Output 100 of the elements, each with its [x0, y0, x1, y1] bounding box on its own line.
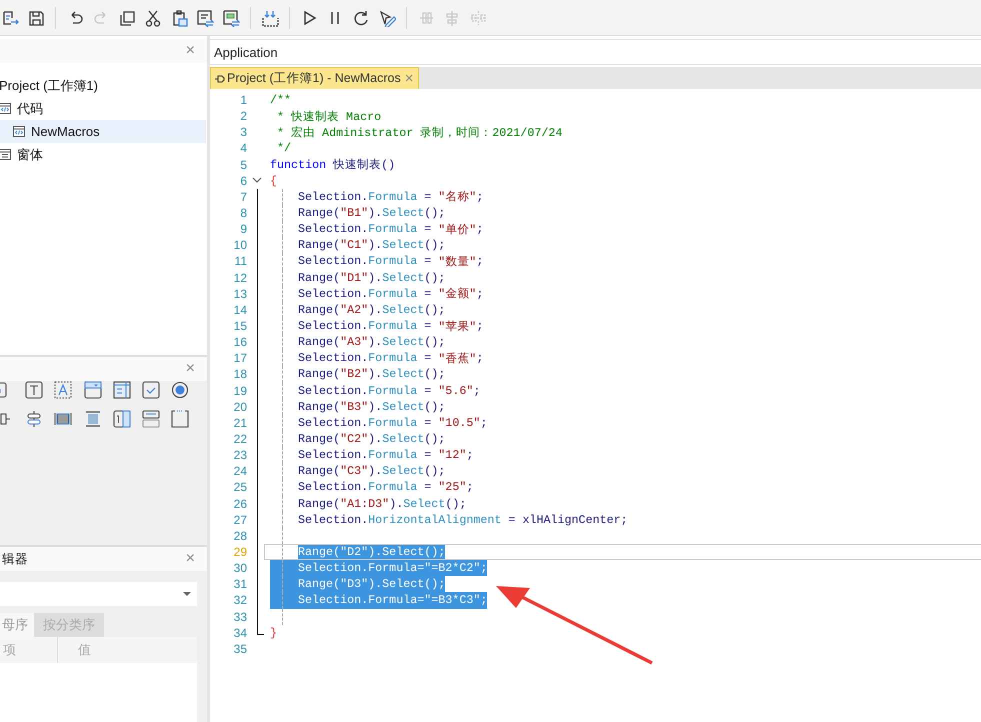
line-number: 23	[232, 448, 247, 462]
line-number: 10	[232, 238, 247, 252]
code-line: Range("B1").Select();	[298, 205, 446, 222]
tree-item[interactable]: 窗体	[0, 143, 206, 166]
code-line: Selection.Formula = "10.5";	[298, 414, 488, 431]
radio-tool-icon[interactable]	[171, 381, 190, 399]
code-line: Range("A1:D3").Select();	[298, 496, 466, 512]
code-line: {	[270, 172, 278, 189]
line-number: 31	[232, 577, 247, 592]
line-number: 13	[232, 286, 247, 301]
scissors-icon[interactable]	[144, 8, 162, 26]
code-line: Range("B3").Select();	[298, 398, 446, 415]
column-header: 值	[77, 641, 92, 659]
slider-tool-icon[interactable]	[25, 410, 44, 428]
caret-icon	[183, 592, 191, 596]
code-line: /**	[270, 92, 292, 108]
code-line: * 宏由 Administrator 录制，时间：2021/07/24	[276, 124, 562, 140]
line-number: 20	[232, 400, 247, 414]
line-number: 22	[232, 432, 247, 446]
document-arrows-icon[interactable]	[196, 8, 214, 26]
code-line: Range("C3").Select();	[298, 463, 446, 480]
tree-item[interactable]: Project (工作簿1)	[0, 74, 206, 97]
toggle-tool-icon[interactable]	[142, 410, 160, 428]
code-line: Selection.Formula = "金额";	[298, 286, 484, 302]
label-tool-icon[interactable]	[25, 381, 44, 399]
editor-tab[interactable]: Project (工作簿1) - NewMacros ×	[210, 67, 419, 89]
document-arrow-icon[interactable]	[1, 8, 19, 26]
close-button[interactable]: ×	[186, 361, 195, 377]
line-number: 33	[232, 610, 247, 624]
line-number: 32	[232, 593, 247, 608]
line-number: 26	[232, 496, 247, 511]
code-line: Selection.HorizontalAlignment = xlHAlignCenter;	[298, 512, 628, 528]
line-number: 14	[232, 302, 247, 317]
import-icon[interactable]	[261, 8, 279, 26]
pencil-icon[interactable]	[378, 8, 396, 26]
line-number: 30	[232, 561, 247, 576]
stacked-lines-icon[interactable]	[84, 410, 102, 428]
line-number: 5	[239, 158, 247, 172]
combobox-tool-icon[interactable]	[84, 381, 102, 399]
line-number: 17	[232, 351, 247, 366]
line-number: 4	[239, 141, 247, 156]
code-line: Range("A3").Select();	[298, 334, 446, 350]
line-number: 2	[239, 109, 247, 124]
tree-item[interactable]: NewMacros	[0, 120, 206, 143]
refresh-icon[interactable]	[352, 8, 370, 26]
tab[interactable]: 母序	[0, 613, 34, 637]
close-button[interactable]: ×	[186, 551, 195, 567]
line-number: 24	[232, 464, 247, 478]
code-line: Range("B2").Select();	[298, 366, 446, 383]
line-number: 3	[239, 125, 247, 140]
line-number: 27	[232, 512, 247, 527]
fold-toggle-icon[interactable]	[252, 176, 262, 183]
tree-item[interactable]: 代码	[0, 97, 206, 120]
document-arrows-icon[interactable]	[222, 8, 240, 26]
panel-title: 辑器	[2, 552, 28, 566]
line-number: 6	[239, 174, 247, 188]
line-number: 8	[239, 206, 247, 220]
code-line: Selection.Formula = "单价";	[298, 221, 484, 238]
code-line: }	[270, 624, 278, 641]
line-number: 35	[232, 642, 247, 656]
code-line: Range("D1").Select();	[298, 270, 446, 286]
spin-tool-icon[interactable]	[112, 410, 131, 428]
code-line: Selection.Formula = "香蕉";	[298, 350, 484, 366]
code-line: Selection.Formula = "5.6";	[298, 382, 480, 399]
code-line: Range("C2").Select();	[298, 431, 446, 448]
line-number: 34	[232, 626, 247, 640]
code-line: Range("A2").Select();	[298, 302, 446, 318]
code-line: */	[276, 140, 292, 157]
code-line: Selection.Formula = "苹果";	[298, 318, 484, 334]
close-button[interactable]: ×	[404, 71, 414, 86]
checkbox-tool-icon[interactable]	[142, 381, 160, 399]
line-number: 18	[232, 367, 247, 382]
code-line: * 快速制表 Macro	[276, 108, 382, 124]
frame-tool-icon[interactable]	[171, 410, 190, 428]
hatched-bar-icon[interactable]	[54, 410, 72, 428]
line-number: 9	[239, 222, 247, 236]
line-number: 7	[239, 190, 247, 204]
panel-title: Application	[210, 39, 981, 65]
listbox-tool-icon[interactable]	[112, 381, 131, 399]
line-number: 1	[239, 93, 247, 108]
line-number: 12	[232, 270, 247, 285]
code-line: Selection.Formula = "12";	[298, 447, 474, 464]
line-number: 16	[232, 335, 247, 350]
close-button[interactable]: ×	[186, 43, 195, 59]
pin-icon[interactable]	[214, 74, 225, 84]
line-number: 11	[234, 254, 247, 268]
code-line: Selection.Formula = "25";	[298, 479, 474, 496]
dropdown-field[interactable]	[0, 582, 197, 606]
save-icon[interactable]	[27, 8, 45, 26]
code-line: Selection.Formula = "数量";	[298, 253, 484, 270]
copy-icon[interactable]	[118, 8, 136, 26]
code-line: Range("C1").Select();	[298, 237, 446, 254]
code-file-icon	[13, 125, 25, 138]
textbox-tool-icon[interactable]	[54, 381, 72, 399]
line-number: 25	[232, 480, 247, 494]
code-line: function 快速制表()	[270, 156, 396, 173]
line-number: 15	[232, 319, 247, 334]
line-number: 19	[232, 384, 247, 398]
line-number: 28	[232, 528, 247, 543]
code-line: Selection.Formula = "名称";	[298, 188, 484, 205]
